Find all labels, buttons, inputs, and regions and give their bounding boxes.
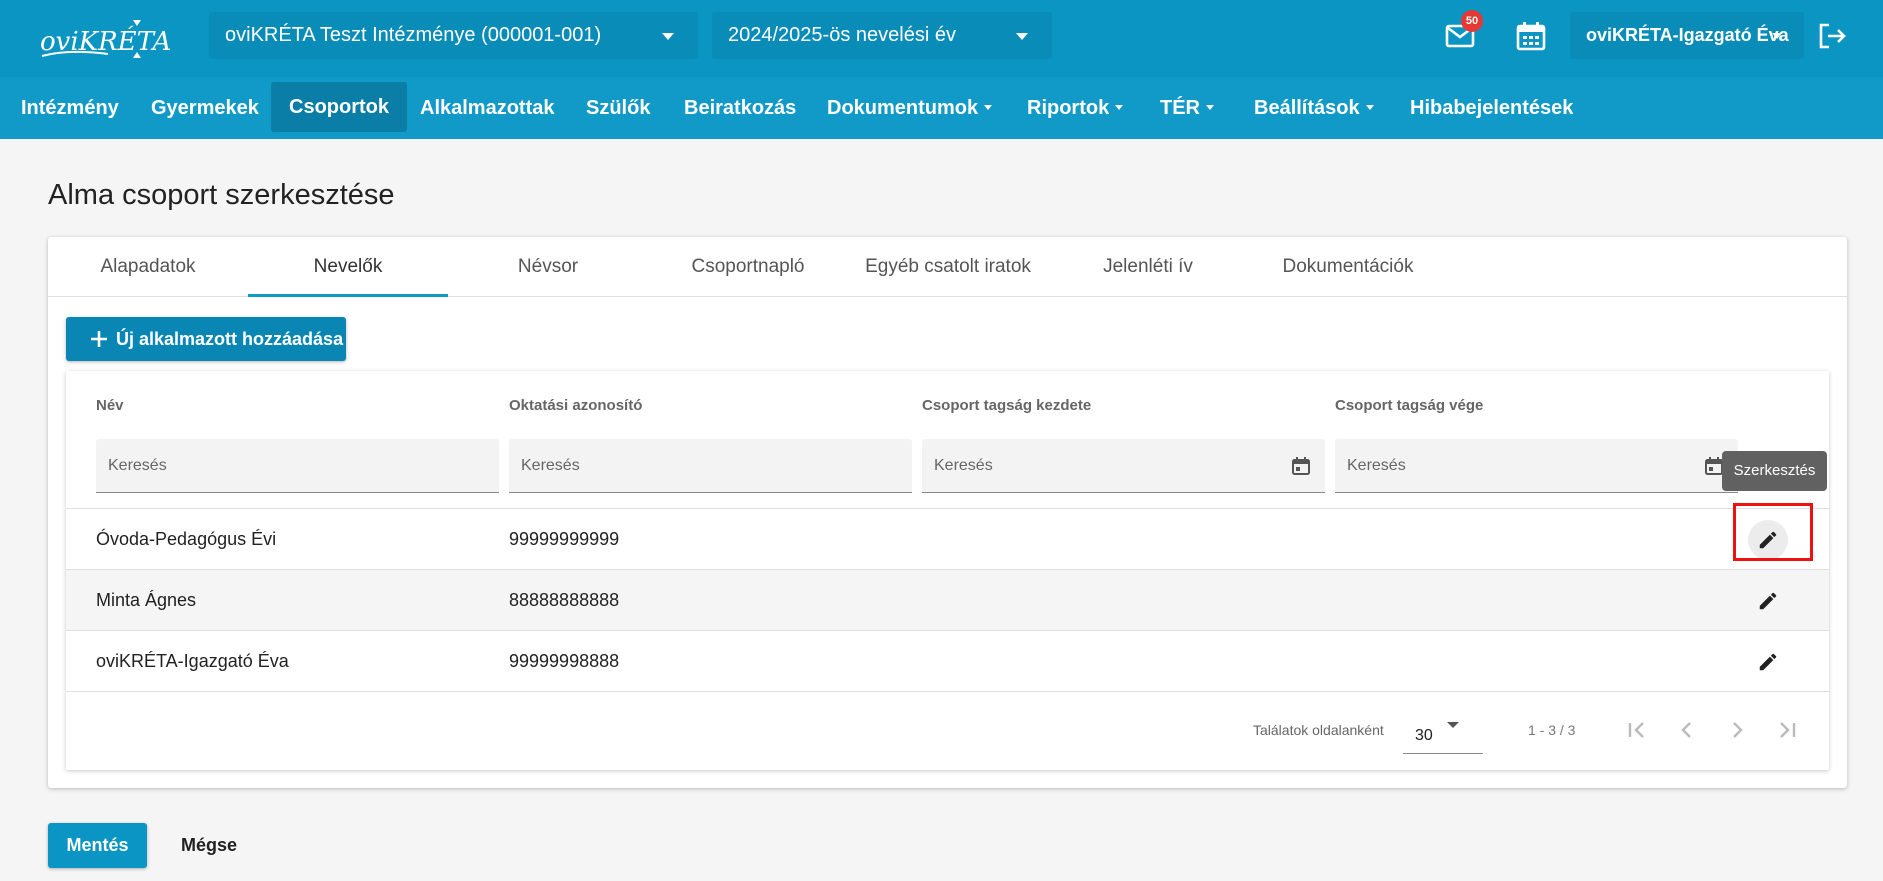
chevron-down-icon: [1206, 105, 1214, 111]
chevron-down-icon: [984, 105, 993, 111]
start-date-search-field: [922, 439, 1325, 493]
column-header-membership-start[interactable]: Csoport tagság kezdete: [922, 397, 1091, 414]
save-button[interactable]: Mentés: [48, 823, 147, 868]
nav-item-riportok[interactable]: Riportok: [1027, 77, 1124, 139]
edit-button[interactable]: [1748, 642, 1788, 682]
chevron-down-icon: [1365, 105, 1374, 111]
nav-item-gyermekek[interactable]: Gyermekek: [151, 77, 259, 139]
row-name: Minta Ágnes: [96, 590, 197, 610]
column-header-education-id[interactable]: Oktatási azonosító: [509, 397, 642, 414]
name-search-input[interactable]: [96, 439, 499, 492]
end-date-search-input[interactable]: [1335, 439, 1738, 492]
add-employee-button[interactable]: Új alkalmazott hozzáadása: [66, 317, 346, 361]
edit-button[interactable]: [1748, 520, 1788, 560]
top-header: oviKRÉTA oviKRÉTA Teszt Intézménye (0000…: [0, 0, 1883, 77]
educators-table: Név Oktatási azonosító Csoport tagság ke…: [66, 371, 1829, 770]
id-search-field: [509, 439, 912, 493]
column-header-membership-end[interactable]: Csoport tagság vége: [1335, 397, 1483, 414]
row-education-id: 88888888888: [509, 590, 620, 610]
tab-jelenleti-iv[interactable]: Jelenléti ív: [1048, 237, 1248, 297]
result-range: 1 - 3 / 3: [1528, 722, 1576, 738]
pencil-icon: [1759, 531, 1777, 549]
last-page-icon[interactable]: [1774, 717, 1800, 743]
row-name: Óvoda-Pedagógus Évi: [96, 529, 277, 549]
chevron-down-icon: [662, 33, 674, 40]
column-header-name[interactable]: Név: [96, 397, 124, 414]
institution-select-value: oviKRÉTA Teszt Intézménye (000001-001): [225, 24, 602, 46]
chevron-down-icon: [1447, 722, 1459, 728]
nav-item-intezmeny[interactable]: Intézmény: [21, 77, 119, 139]
calendar-icon[interactable]: [1704, 456, 1724, 476]
previous-page-icon[interactable]: [1674, 717, 1700, 743]
pencil-icon: [1759, 592, 1777, 610]
table-row: oviKRÉTA-Igazgató Éva 99999998888: [66, 630, 1829, 691]
tab-dokumentaciok[interactable]: Dokumentációk: [1248, 237, 1448, 297]
school-year-select-value: 2024/2025-ös nevelési év: [728, 24, 956, 46]
calendar-icon[interactable]: [1291, 456, 1311, 476]
row-education-id: 99999998888: [509, 651, 620, 671]
end-date-search-field: [1335, 439, 1738, 493]
nav-item-alkalmazottak[interactable]: Alkalmazottak: [420, 77, 555, 139]
nav-item-label: TÉR: [1160, 97, 1200, 119]
nav-item-dokumentumok[interactable]: Dokumentumok: [827, 77, 993, 139]
page-title: Alma csoport szerkesztése: [48, 179, 395, 211]
user-name: oviKRÉTA-Igazgató Éva: [1586, 25, 1789, 45]
table-row: Óvoda-Pedagógus Évi 99999999999: [66, 508, 1829, 569]
nav-item-label: Riportok: [1027, 97, 1110, 119]
edit-button[interactable]: [1748, 581, 1788, 621]
tab-egyeb-csatolt-iratok[interactable]: Egyéb csatolt iratok: [848, 237, 1048, 297]
nav-item-label: Dokumentumok: [827, 97, 979, 119]
tab-nevelok[interactable]: Nevelők: [248, 237, 448, 297]
start-date-search-input[interactable]: [922, 439, 1325, 492]
per-page-value: 30: [1415, 727, 1433, 744]
cancel-button[interactable]: Mégse: [166, 823, 252, 868]
per-page-label: Találatok oldalanként: [1253, 722, 1384, 738]
mail-count-badge: 50: [1461, 10, 1483, 32]
name-search-field: [96, 439, 499, 493]
tab-alapadatok[interactable]: Alapadatok: [48, 237, 248, 297]
school-year-select[interactable]: 2024/2025-ös nevelési év: [712, 12, 1052, 59]
next-page-icon[interactable]: [1724, 717, 1750, 743]
nav-item-beiratkozas[interactable]: Beiratkozás: [684, 77, 796, 139]
tab-nevsor[interactable]: Névsor: [448, 237, 648, 297]
nav-item-label: Beállítások: [1254, 97, 1360, 119]
pencil-icon: [1759, 653, 1777, 671]
logout-icon[interactable]: [1814, 18, 1850, 54]
row-education-id: 99999999999: [509, 529, 620, 549]
plus-icon: [91, 331, 107, 347]
chevron-down-icon: [1772, 33, 1782, 39]
add-employee-label: Új alkalmazott hozzáadása: [116, 329, 344, 349]
table-row: Minta Ágnes 88888888888: [66, 569, 1829, 630]
nav-item-szulok[interactable]: Szülők: [586, 77, 650, 139]
group-edit-card: Alapadatok Nevelők Névsor Csoportnapló E…: [48, 237, 1847, 788]
tab-bar: Alapadatok Nevelők Névsor Csoportnapló E…: [48, 237, 1847, 297]
user-menu[interactable]: oviKRÉTA-Igazgató Éva: [1570, 12, 1804, 59]
institution-select[interactable]: oviKRÉTA Teszt Intézménye (000001-001): [209, 12, 698, 59]
table-pagination: Találatok oldalanként 30 1 - 3 / 3: [66, 691, 1829, 770]
nav-item-ter[interactable]: TÉR: [1160, 77, 1214, 139]
tab-csoportnaplo[interactable]: Csoportnapló: [648, 237, 848, 297]
main-nav: Intézmény Gyermekek Csoportok Alkalmazot…: [0, 77, 1883, 139]
calendar-icon[interactable]: [1513, 18, 1549, 54]
chevron-down-icon: [1115, 105, 1124, 111]
row-name: oviKRÉTA-Igazgató Éva: [96, 651, 289, 671]
id-search-input[interactable]: [509, 439, 912, 492]
ovikreta-logo[interactable]: oviKRÉTA: [38, 16, 193, 62]
nav-item-csoportok[interactable]: Csoportok: [271, 82, 407, 132]
nav-item-hibabejelentesek[interactable]: Hibabejelentések: [1410, 77, 1573, 139]
edit-tooltip: Szerkesztés: [1722, 451, 1827, 491]
chevron-down-icon: [1016, 33, 1028, 40]
first-page-icon[interactable]: [1624, 717, 1650, 743]
per-page-select[interactable]: 30: [1403, 700, 1483, 754]
nav-item-beallitasok[interactable]: Beállítások: [1254, 77, 1374, 139]
